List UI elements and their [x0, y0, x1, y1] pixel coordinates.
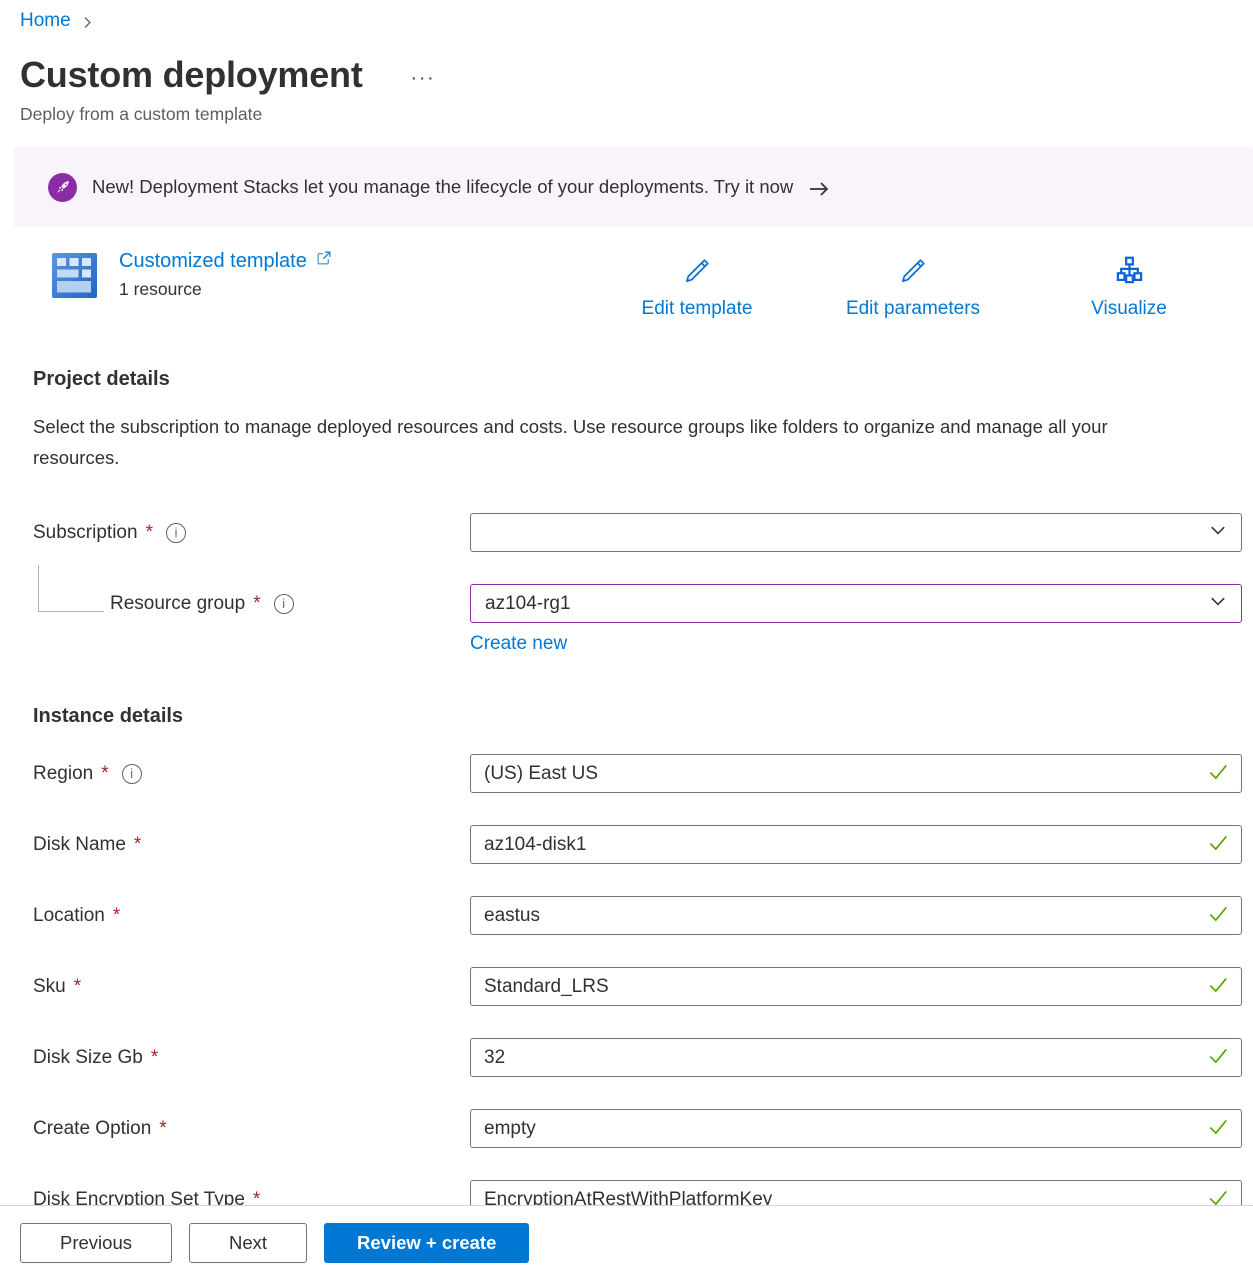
required-marker: * [74, 976, 81, 998]
region-row: Region * i [33, 754, 1242, 793]
subscription-label: Subscription [33, 522, 138, 544]
page-title: Custom deployment [20, 54, 363, 96]
disk-name-row: Disk Name * [33, 825, 1242, 864]
project-details-description: Select the subscription to manage deploy… [33, 411, 1183, 473]
org-chart-icon [1114, 255, 1145, 292]
page-subtitle: Deploy from a custom template [20, 104, 1253, 125]
previous-button[interactable]: Previous [20, 1223, 172, 1263]
sku-row: Sku * [33, 967, 1242, 1006]
title-row: Custom deployment ··· [20, 54, 1253, 96]
required-marker: * [113, 905, 120, 927]
visualize-label: Visualize [1091, 298, 1167, 320]
region-input[interactable] [470, 754, 1242, 793]
arrow-right-icon [808, 180, 830, 198]
location-row: Location * [33, 896, 1242, 935]
footer-action-bar: Previous Next Review + create [0, 1205, 1253, 1280]
pencil-icon [898, 255, 929, 292]
resource-group-dropdown[interactable]: az104-rg1 [470, 584, 1242, 623]
edit-template-label: Edit template [642, 298, 753, 320]
subscription-label-group: Subscription * i [33, 522, 470, 544]
sku-label: Sku [33, 976, 66, 998]
disk-size-label: Disk Size Gb [33, 1047, 143, 1069]
instance-details-heading: Instance details [33, 705, 1253, 728]
deployment-stacks-banner[interactable]: New! Deployment Stacks let you manage th… [14, 147, 1253, 227]
next-button[interactable]: Next [189, 1223, 307, 1263]
custom-deployment-page: Home Custom deployment ··· Deploy from a… [0, 0, 1253, 1280]
required-marker: * [253, 593, 260, 615]
external-link-icon [315, 250, 332, 273]
breadcrumb-home-link[interactable]: Home [20, 10, 71, 32]
create-new-row: Create new [470, 633, 1242, 655]
resource-group-label-group: Resource group * i [33, 593, 470, 615]
template-actions: Edit template Edit parameters Visualize [589, 255, 1237, 320]
sku-label-group: Sku * [33, 976, 470, 998]
info-icon[interactable]: i [122, 764, 142, 784]
required-marker: * [101, 763, 108, 785]
chevron-down-icon [1209, 592, 1227, 616]
required-marker: * [134, 834, 141, 856]
location-input[interactable] [470, 896, 1242, 935]
chevron-down-icon [1209, 521, 1227, 545]
visualize-button[interactable]: Visualize [1021, 255, 1237, 320]
create-option-row: Create Option * [33, 1109, 1242, 1148]
resource-group-label: Resource group [110, 593, 245, 615]
more-options-button[interactable]: ··· [411, 68, 436, 90]
region-label-group: Region * i [33, 763, 470, 785]
required-marker: * [146, 522, 153, 544]
required-marker: * [159, 1118, 166, 1140]
rocket-icon [48, 173, 77, 202]
disk-name-input[interactable] [470, 825, 1242, 864]
pencil-icon [682, 255, 713, 292]
disk-size-gb-input[interactable] [470, 1038, 1242, 1077]
project-details-heading: Project details [33, 368, 1253, 391]
resource-group-value: az104-rg1 [485, 593, 571, 615]
edit-parameters-label: Edit parameters [846, 298, 980, 320]
required-marker: * [151, 1047, 158, 1069]
location-label-group: Location * [33, 905, 470, 927]
sku-input[interactable] [470, 967, 1242, 1006]
template-summary: Customized template 1 resource Edit temp… [52, 250, 1237, 320]
template-info: Customized template 1 resource [52, 250, 589, 303]
info-icon[interactable]: i [274, 594, 294, 614]
create-option-input[interactable] [470, 1109, 1242, 1148]
disk-size-row: Disk Size Gb * [33, 1038, 1242, 1077]
subscription-row: Subscription * i [33, 513, 1242, 552]
edit-template-button[interactable]: Edit template [589, 255, 805, 320]
region-label: Region [33, 763, 93, 785]
subscription-dropdown[interactable] [470, 513, 1242, 552]
create-new-link[interactable]: Create new [470, 633, 567, 654]
deployment-form: Subscription * i Resource group * i [0, 513, 1253, 1219]
template-icon [52, 253, 97, 303]
resource-group-row: Resource group * i az104-rg1 [33, 584, 1242, 623]
info-icon[interactable]: i [166, 523, 186, 543]
location-label: Location [33, 905, 105, 927]
customized-template-link[interactable]: Customized template [119, 250, 332, 273]
template-text: Customized template 1 resource [119, 250, 332, 303]
chevron-right-icon [81, 16, 94, 29]
template-resource-count: 1 resource [119, 279, 332, 300]
banner-message: New! Deployment Stacks let you manage th… [92, 176, 793, 198]
create-option-label-group: Create Option * [33, 1118, 470, 1140]
disk-size-label-group: Disk Size Gb * [33, 1047, 470, 1069]
edit-parameters-button[interactable]: Edit parameters [805, 255, 1021, 320]
indent-connector [38, 565, 104, 612]
disk-name-label-group: Disk Name * [33, 834, 470, 856]
review-create-button[interactable]: Review + create [324, 1223, 529, 1263]
template-title-label: Customized template [119, 250, 307, 273]
create-option-label: Create Option [33, 1118, 151, 1140]
disk-name-label: Disk Name [33, 834, 126, 856]
breadcrumb: Home [20, 10, 1253, 32]
